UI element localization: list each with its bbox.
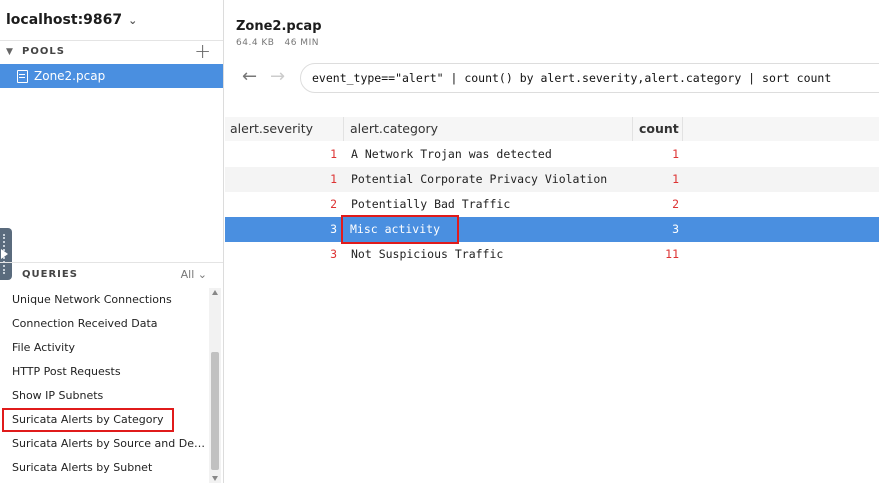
table-header: alert.severity alert.category count	[225, 117, 879, 141]
file-icon	[17, 69, 28, 83]
query-item-highlighted[interactable]: Suricata Alerts by Category	[2, 408, 174, 432]
pool-item-zone2[interactable]: Zone2.pcap	[0, 64, 223, 88]
pools-section-header[interactable]: ▼ POOLS +	[0, 39, 223, 63]
back-arrow-icon[interactable]: ←	[242, 66, 257, 87]
column-header-count[interactable]: count	[633, 117, 683, 141]
file-size: 64.4 KB	[236, 38, 275, 48]
queries-section-header[interactable]: QUERIES All ⌄	[0, 262, 223, 286]
cell-count: 1	[672, 172, 679, 186]
query-item[interactable]: File Activity	[0, 336, 208, 360]
column-header-severity[interactable]: alert.severity	[225, 117, 344, 141]
cell-category: Not Suspicious Traffic	[351, 247, 504, 261]
cell-category: A Network Trojan was detected	[351, 147, 552, 161]
table-row-selected[interactable]: 3 Misc activity 3	[225, 215, 879, 244]
table-row[interactable]: 3 Not Suspicious Traffic 11	[225, 242, 879, 267]
collapse-triangle-icon[interactable]: ▼	[6, 47, 16, 57]
table-row[interactable]: 2 Potentially Bad Traffic 2	[225, 192, 879, 217]
query-item[interactable]: Unique Network Connections	[0, 288, 208, 312]
host-selector[interactable]: localhost:9867 ⌄	[6, 12, 137, 28]
column-header-category[interactable]: alert.category	[344, 117, 633, 141]
query-item[interactable]: Suricata Alerts by Subnet	[0, 456, 208, 480]
queries-filter-label: All	[180, 268, 195, 281]
cell-category: Potentially Bad Traffic	[351, 197, 511, 211]
forward-arrow-icon[interactable]: →	[270, 66, 285, 87]
cell-count: 1	[672, 147, 679, 161]
sidebar: localhost:9867 ⌄ ▼ POOLS + Zone2.pcap QU…	[0, 0, 224, 483]
cell-severity: 1	[330, 147, 337, 161]
query-item[interactable]: Show IP Subnets	[0, 384, 208, 408]
queries-label: QUERIES	[22, 269, 78, 280]
query-item[interactable]: Connection Received Data	[0, 312, 208, 336]
file-duration: 46 MIN	[284, 38, 319, 48]
add-pool-icon[interactable]: +	[194, 39, 211, 63]
cell-severity: 1	[330, 172, 337, 186]
main-panel: Zone2.pcap 64.4 KB 46 MIN ← → alert.seve…	[225, 0, 879, 483]
pools-label: POOLS	[22, 46, 65, 57]
query-item[interactable]: Suricata Alerts by Source and Destinatio…	[0, 432, 208, 456]
file-meta: 64.4 KB 46 MIN	[236, 38, 319, 48]
queries-filter-dropdown[interactable]: All ⌄	[181, 268, 207, 281]
cell-severity: 2	[330, 197, 337, 211]
query-item[interactable]: HTTP Post Requests	[0, 360, 208, 384]
scroll-down-arrow-icon[interactable]	[212, 476, 218, 481]
query-list: Unique Network Connections Connection Re…	[0, 288, 208, 483]
cell-severity: 3	[330, 247, 337, 261]
query-search-bar[interactable]	[300, 63, 879, 93]
cell-category: Potential Corporate Privacy Violation	[351, 172, 608, 186]
cell-count: 2	[672, 197, 679, 211]
cell-severity: 3	[330, 222, 337, 236]
cell-count: 11	[665, 247, 679, 261]
query-input[interactable]	[301, 64, 879, 92]
app-window: localhost:9867 ⌄ ▼ POOLS + Zone2.pcap QU…	[0, 0, 879, 483]
table-row[interactable]: 1 A Network Trojan was detected 1	[225, 142, 879, 167]
page-title: Zone2.pcap	[236, 19, 322, 34]
host-label: localhost:9867	[6, 12, 123, 28]
chevron-down-icon: ⌄	[128, 13, 138, 27]
scroll-up-arrow-icon[interactable]	[212, 290, 218, 295]
query-list-scrollbar[interactable]	[209, 288, 221, 483]
results-table: alert.severity alert.category count 1 A …	[225, 117, 879, 483]
table-row[interactable]: 1 Potential Corporate Privacy Violation …	[225, 167, 879, 192]
cell-count: 3	[672, 222, 679, 236]
chevron-down-icon: ⌄	[197, 268, 207, 281]
pool-item-label: Zone2.pcap	[34, 69, 106, 83]
scrollbar-thumb[interactable]	[211, 352, 219, 470]
cell-category-highlighted: Misc activity	[341, 215, 459, 244]
